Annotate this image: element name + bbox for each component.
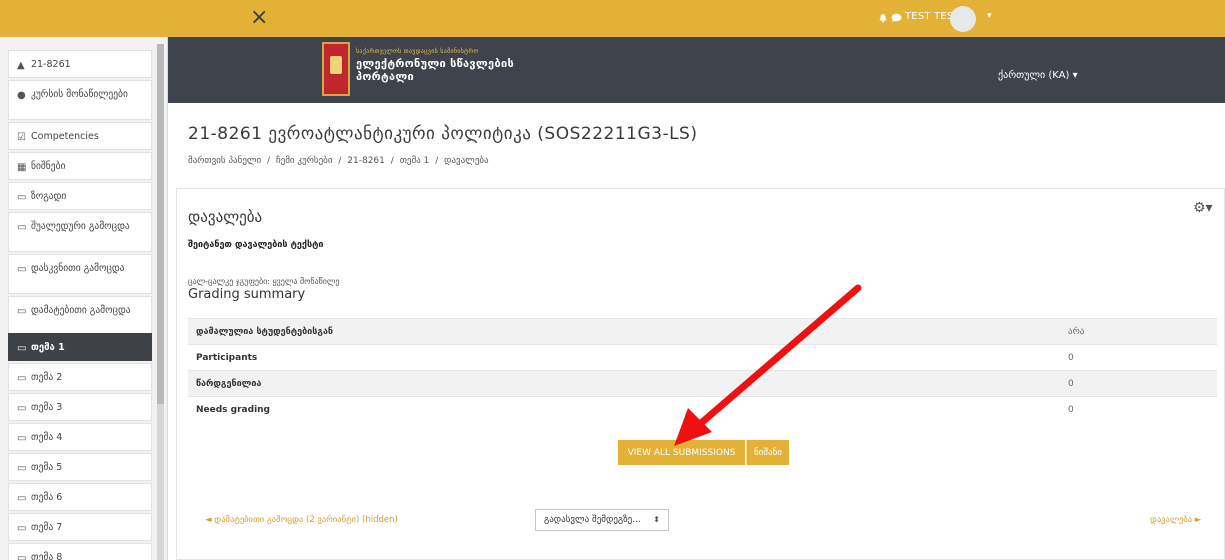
breadcrumb-dashboard[interactable]: მართვის პანელი [188,156,261,166]
grading-summary-table: დამალულია სტუდენტებისგან არა Participant… [188,318,1217,422]
row-label: დამალულია სტუდენტებისგან [196,327,334,337]
previous-activity-link[interactable]: ◄ დამატებითი გამოცდა (2 ვარიანტი) (hidde… [205,515,398,525]
sidebar-item-topic-8[interactable]: ▭ თემა 8 [8,543,152,560]
breadcrumb-course[interactable]: 21-8261 [347,156,385,166]
grade-button[interactable]: ნიშანი [746,440,789,465]
breadcrumb-separator: / [435,156,439,166]
sidebar-item-label: თემა 2 [31,372,63,383]
folder-icon: ▭ [17,264,27,275]
table-row: Participants 0 [188,344,1217,370]
row-label: Needs grading [196,405,271,415]
sidebar-item-label: თემა 8 [31,552,63,560]
assignment-description: შეიტანეთ დავალების ტექსტი [188,240,324,250]
sidebar-item-label: დამატებითი გამოცდა [31,305,131,316]
portal-title-line-1: ელექტრონული სწავლების [356,57,514,70]
sidebar-item-label: დასკვნითი გამოცდა [31,263,125,274]
bell-icon[interactable] [878,13,888,23]
sidebar: ▲ 21-8261 ● კურსის მონაწილეები ☑ Compete… [0,37,168,560]
select-arrows-icon: ⬍ [653,515,660,524]
table-row: წარდგენილია 0 [188,370,1217,396]
folder-icon: ▭ [17,553,27,560]
sidebar-item-topic-3[interactable]: ▭ თემა 3 [8,393,152,421]
folder-icon: ▭ [17,523,27,534]
avatar[interactable] [950,6,976,32]
sidebar-item-midterm-exam[interactable]: ▭ შუალედური გამოცდა [8,212,152,252]
view-all-submissions-button[interactable]: VIEW ALL SUBMISSIONS [618,440,745,465]
folder-icon: ▭ [17,222,27,233]
sidebar-item-label: შუალედური გამოცდა [31,221,130,232]
table-row: დამალულია სტუდენტებისგან არა [188,318,1217,344]
message-icon[interactable] [891,13,902,23]
sidebar-item-general[interactable]: ▭ ზოგადი [8,182,152,210]
jump-to-select-value: გადასვლა შემდეგზე... [544,515,641,525]
logo-crest-icon[interactable] [322,42,350,96]
gear-icon[interactable]: ⚙▾ [1193,200,1213,216]
sidebar-item-topic-5[interactable]: ▭ თემა 5 [8,453,152,481]
sidebar-item-topic-2[interactable]: ▭ თემა 2 [8,363,152,391]
row-value: 0 [1068,353,1074,363]
folder-icon: ▭ [17,403,27,414]
sidebar-item-topic-1[interactable]: ▭ თემა 1 [8,333,152,361]
table-row: Needs grading 0 [188,396,1217,422]
next-activity-link[interactable]: დავალება ► [1150,515,1201,525]
user-menu-caret-icon[interactable]: ▾ [987,11,992,21]
folder-icon: ▭ [17,463,27,474]
sidebar-item-course[interactable]: ▲ 21-8261 [8,50,152,78]
breadcrumb-assignment[interactable]: დავალება [444,156,489,166]
close-drawer-icon[interactable]: × [250,5,268,30]
sidebar-item-label: კურსის მონაწილეები [31,89,128,100]
folder-icon: ▭ [17,343,27,354]
assignment-title: დავალება [188,208,263,226]
checkbox-icon: ☑ [17,132,26,143]
breadcrumb-separator: / [267,156,271,166]
folder-icon: ▭ [17,192,27,203]
sidebar-item-topic-7[interactable]: ▭ თემა 7 [8,513,152,541]
sidebar-item-label: 21-8261 [31,59,71,70]
row-value: 0 [1068,379,1074,389]
graduation-cap-icon: ▲ [17,60,25,71]
sidebar-item-label: თემა 3 [31,402,63,413]
language-selector[interactable]: ქართული (KA) ▾ [998,70,1078,81]
sidebar-item-label: თემა 6 [31,492,63,503]
folder-icon: ▭ [17,373,27,384]
breadcrumb: მართვის პანელი / ჩემი კურსები / 21-8261 … [188,156,492,166]
table-icon: ▦ [17,162,27,173]
sidebar-item-label: Competencies [31,131,99,142]
sidebar-item-participants[interactable]: ● კურსის მონაწილეები [8,80,152,120]
ministry-name: საქართველოს თავდაცვის სამინისტრო [356,48,479,55]
row-label: Participants [196,353,258,363]
jump-to-select[interactable]: გადასვლა შემდეგზე... ⬍ [535,509,669,531]
sidebar-item-label: თემა 1 [31,342,65,353]
breadcrumb-topic[interactable]: თემა 1 [400,156,430,166]
row-label: წარდგენილია [196,379,262,389]
sidebar-item-grades[interactable]: ▦ ნიშნები [8,152,152,180]
sidebar-item-label: ნიშნები [31,161,66,172]
sidebar-item-additional-exam[interactable]: ▭ დამატებითი გამოცდა [8,296,152,336]
grading-summary-heading: Grading summary [188,287,306,302]
sidebar-item-label: თემა 5 [31,462,63,473]
row-value: 0 [1068,405,1074,415]
folder-icon: ▭ [17,493,27,504]
page-title: 21-8261 ევროატლანტიკური პოლიტიკა (SOS222… [188,124,698,144]
users-icon: ● [17,90,26,101]
breadcrumb-my-courses[interactable]: ჩემი კურსები [276,156,333,166]
group-mode-note: ცალ-ცალკე ჯგუფები: ყველა მონაწილე [188,277,340,286]
header-banner: საქართველოს თავდაცვის სამინისტრო ელექტრო… [168,37,1225,103]
sidebar-item-topic-4[interactable]: ▭ თემა 4 [8,423,152,451]
folder-icon: ▭ [17,306,27,317]
folder-icon: ▭ [17,433,27,444]
row-value: არა [1068,327,1085,337]
breadcrumb-separator: / [338,156,342,166]
sidebar-item-label: ზოგადი [31,191,67,202]
sidebar-item-topic-6[interactable]: ▭ თემა 6 [8,483,152,511]
sidebar-item-label: თემა 4 [31,432,63,443]
sidebar-item-final-exam[interactable]: ▭ დასკვნითი გამოცდა [8,254,152,294]
sidebar-item-competencies[interactable]: ☑ Competencies [8,122,152,150]
sidebar-item-label: თემა 7 [31,522,63,533]
sidebar-scroll-thumb[interactable] [157,44,164,404]
portal-title-line-2: პორტალი [356,70,415,83]
top-navbar: × TEST TEST ▾ [0,0,1225,37]
breadcrumb-separator: / [390,156,394,166]
